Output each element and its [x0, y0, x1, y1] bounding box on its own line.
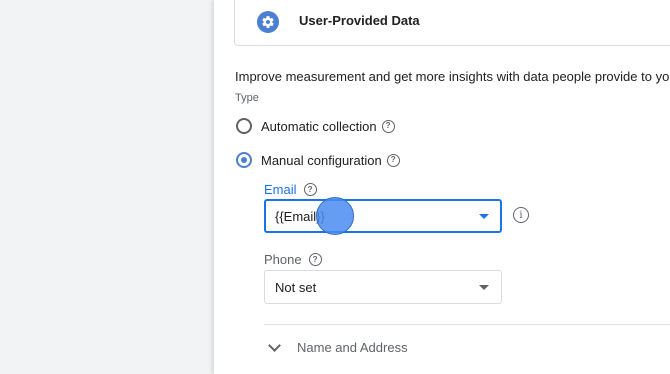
help-icon[interactable]: ? [303, 183, 317, 196]
type-label: Type [235, 92, 259, 104]
expander-label: Name and Address [297, 340, 408, 355]
radio-automatic-collection[interactable]: Automatic collection ? [236, 116, 395, 136]
card-title: User-Provided Data [299, 13, 420, 28]
phone-select[interactable]: Not set [264, 270, 502, 304]
email-select[interactable]: {{Email}} [264, 199, 502, 233]
phone-label: Phone ? [264, 252, 322, 267]
name-and-address-expander[interactable]: Name and Address [266, 339, 408, 355]
gear-icon [257, 11, 279, 33]
description-text: Improve measurement and get more insight… [235, 69, 670, 84]
chevron-down-icon [479, 214, 489, 219]
email-label: Email ? [264, 182, 317, 197]
cursor-highlight [316, 197, 354, 235]
left-background [0, 0, 214, 374]
email-label-text: Email [264, 182, 297, 197]
help-icon[interactable]: ? [308, 253, 322, 266]
settings-panel: User-Provided Data Improve measurement a… [214, 0, 670, 374]
help-icon[interactable]: ? [381, 119, 395, 133]
radio-button[interactable] [236, 118, 252, 134]
help-icon[interactable]: ? [386, 153, 400, 167]
divider [264, 324, 670, 325]
info-icon[interactable]: i [513, 207, 529, 223]
radio-label: Manual configuration [261, 152, 382, 168]
chevron-down-icon [479, 285, 489, 290]
radio-manual-configuration[interactable]: Manual configuration ? [236, 150, 400, 170]
phone-select-value: Not set [275, 280, 317, 295]
radio-label: Automatic collection [261, 118, 377, 134]
phone-label-text: Phone [264, 252, 302, 267]
chevron-down-icon [268, 339, 281, 352]
radio-button[interactable] [236, 152, 252, 168]
user-provided-data-card[interactable]: User-Provided Data [234, 0, 670, 46]
